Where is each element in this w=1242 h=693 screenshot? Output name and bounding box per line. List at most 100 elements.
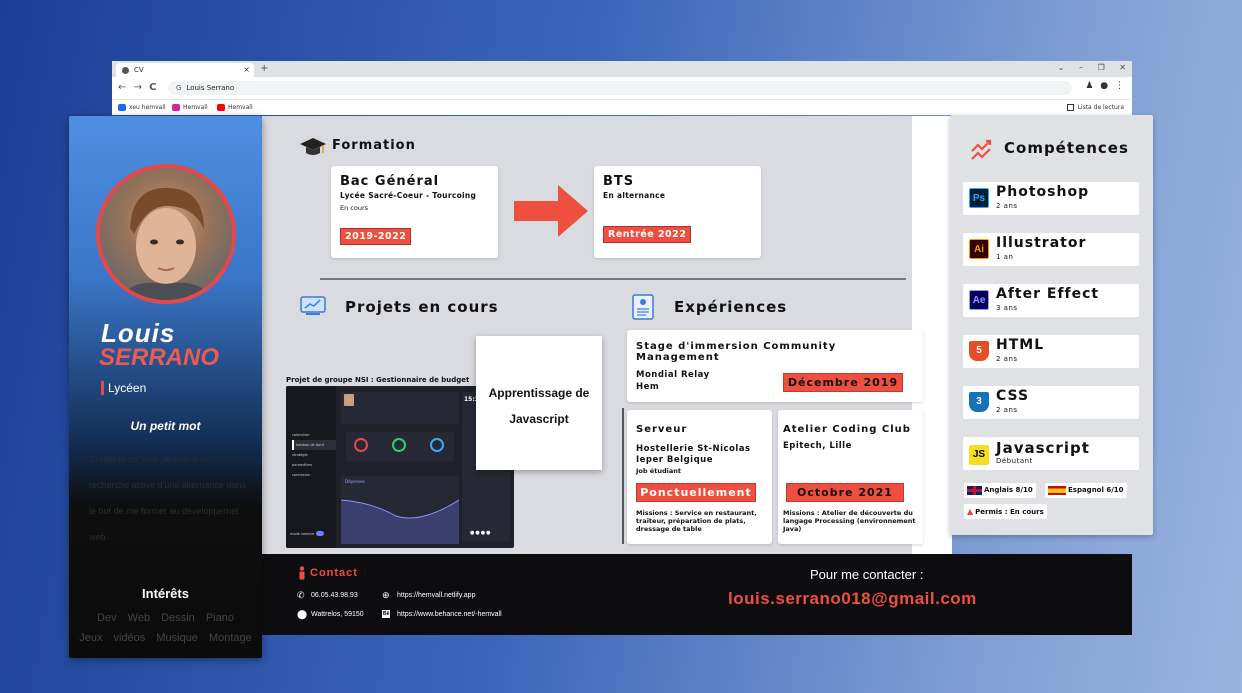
formation-card-bts: BTS En alternance Rentrée 2022 (594, 166, 761, 258)
address-text: Wattrelos, 59150 (311, 611, 364, 618)
mock-menu-item: connexion (292, 473, 310, 477)
skill-after-effect: Ae After Effect 3 ans (963, 284, 1139, 317)
behance-icon (118, 104, 126, 111)
bookmark-instagram[interactable]: Hemvall (172, 104, 208, 111)
mock-cards (346, 432, 454, 462)
after-effects-icon: Ae (969, 290, 989, 310)
tab-close-icon[interactable]: × (243, 65, 250, 74)
experience-card-serveur: Serveur Hostellerie St-Nicolas Ieper Bel… (627, 410, 772, 544)
photoshop-icon: Ps (969, 188, 989, 208)
mock-menu-item: stratégie (292, 453, 308, 457)
experience-place: Mondial Relay (636, 370, 710, 380)
new-tab-button[interactable]: + (260, 63, 268, 74)
formation-card-school: Lycée Sacré-Coeur - Tourcoing (340, 191, 477, 200)
back-icon[interactable]: ← (118, 82, 126, 93)
contact-cta: Pour me contacter : (810, 567, 924, 582)
graduation-cap-icon (300, 138, 326, 155)
avatar (96, 164, 236, 304)
interests-line-1: Dev Web Dessin Piano (97, 612, 234, 624)
mock-area-chart (341, 499, 459, 544)
tab-title: CV (134, 66, 144, 74)
formation-card-bac: Bac Général Lycée Sacré-Coeur - Tourcoin… (331, 166, 498, 258)
experience-date: Octobre 2021 (786, 483, 904, 502)
mock-menu-item: tableau de bord (292, 440, 336, 450)
experience-date: Décembre 2019 (783, 373, 903, 392)
skill-level: Débutant (996, 457, 1033, 465)
forward-icon[interactable]: → (134, 82, 142, 93)
skills-trend-icon (971, 139, 992, 160)
bookmark-behance[interactable]: xeu hemvall (118, 104, 166, 111)
experience-missions: Missions : Atelier de découverte du lang… (783, 509, 916, 533)
skill-css: 3 CSS 2 ans (963, 386, 1139, 419)
browser-tab[interactable]: CV × (116, 63, 254, 77)
formation-card-date: Rentrée 2022 (603, 226, 692, 243)
experience-title: Stage d'immersion Community Management (636, 341, 837, 363)
reading-list-icon (1066, 104, 1074, 111)
phone-icon: ✆ (297, 590, 305, 600)
mock-dots: ●●●● (470, 530, 492, 536)
extensions-icon[interactable]: ♟ (1085, 81, 1093, 91)
mock-ring (354, 438, 368, 452)
experience-place: Epitech, Lille (783, 441, 852, 451)
tab-favicon-icon (122, 66, 129, 74)
mock-toggle (316, 531, 324, 536)
person-icon (299, 566, 305, 580)
menu-icon[interactable]: ⋮ (1115, 81, 1124, 91)
mock-chart-label: Dépenses (345, 479, 365, 484)
reload-icon[interactable]: C (149, 82, 156, 93)
formation-card-status: En cours (340, 204, 369, 212)
mock-ring (430, 438, 444, 452)
contact-footer (262, 554, 1132, 635)
formation-card-title: Bac Général (340, 174, 440, 189)
mock-menu: calendrier tableau de bord stratégie par… (292, 430, 336, 480)
skill-name: Illustrator (996, 235, 1087, 251)
browser-window: CV × + ⌄ – ❐ ✕ ← → C G Louis Serrano ♟ ● … (112, 61, 1132, 115)
illustrator-icon: Ai (969, 239, 989, 259)
instagram-icon (172, 104, 180, 111)
uk-flag-icon (967, 485, 982, 495)
experience-title: Serveur (636, 424, 688, 435)
interests-line-2: Jeux vidéos Musique Montage (79, 632, 252, 644)
profile-icon[interactable]: ● (1100, 81, 1108, 91)
mock-ring (392, 438, 406, 452)
vertical-divider (622, 408, 624, 544)
skill-javascript: JS Javascript Débutant (963, 437, 1139, 470)
desktop-background: { "browser": { "tab_title": "CV", "tab_c… (0, 0, 1242, 693)
tab-bar: CV × + ⌄ – ❐ ✕ (112, 61, 1132, 77)
card-line-2: Javascript (509, 412, 569, 426)
email-link[interactable]: louis.serrano018@gmail.com (728, 589, 977, 609)
html5-icon: 5 (969, 341, 989, 361)
projects-title: Projets en cours (345, 298, 499, 316)
reading-list-button[interactable]: Lista de lectura (1066, 104, 1124, 111)
formation-title: Formation (332, 138, 416, 153)
youtube-icon (217, 104, 225, 111)
driving-license: ▲ Permis : En cours (964, 504, 1047, 519)
globe-icon: ⊕ (382, 590, 390, 600)
window-controls[interactable]: ⌄ – ❐ ✕ (1058, 63, 1126, 72)
role-label: Lycéen (101, 381, 146, 395)
portrait-image (120, 187, 212, 300)
intro-text: Créatif et curieux. Je suis à la recherc… (89, 454, 246, 542)
language-english: Anglais 8/10 (964, 483, 1036, 498)
behance-link[interactable]: https://www.behance.net/-hemvall (397, 611, 502, 618)
bookmark-youtube[interactable]: Hemvall (217, 104, 253, 111)
website-link[interactable]: https://hemvall.netlify.app (397, 592, 475, 599)
address-bar[interactable]: G Louis Serrano (168, 81, 1072, 95)
skill-name: CSS (996, 388, 1030, 404)
javascript-icon: JS (969, 445, 989, 465)
skill-level: 1 an (996, 253, 1014, 261)
mock-sidebar: calendrier tableau de bord stratégie par… (286, 386, 336, 548)
formation-card-title: BTS (603, 174, 635, 189)
toolbar-icons: ♟ ● ⋮ (1085, 81, 1124, 91)
javascript-learning-card: Apprentissage de Javascript (476, 336, 602, 470)
experience-note: Job étudiant (636, 467, 681, 475)
intro-title: Un petit mot (130, 419, 201, 433)
experience-place: Hostellerie St-Nicolas (636, 444, 751, 454)
skill-name: After Effect (996, 286, 1100, 302)
phone-number: 06.05.43.98.93 (311, 592, 358, 599)
experience-place-2: Ieper Belgique (636, 455, 713, 465)
nav-buttons[interactable]: ← → C (118, 82, 157, 93)
skill-name: Photoshop (996, 184, 1090, 200)
experience-card-coding-club: Atelier Coding Club Epitech, Lille Octob… (778, 410, 923, 544)
formation-card-school: En alternance (603, 191, 666, 200)
